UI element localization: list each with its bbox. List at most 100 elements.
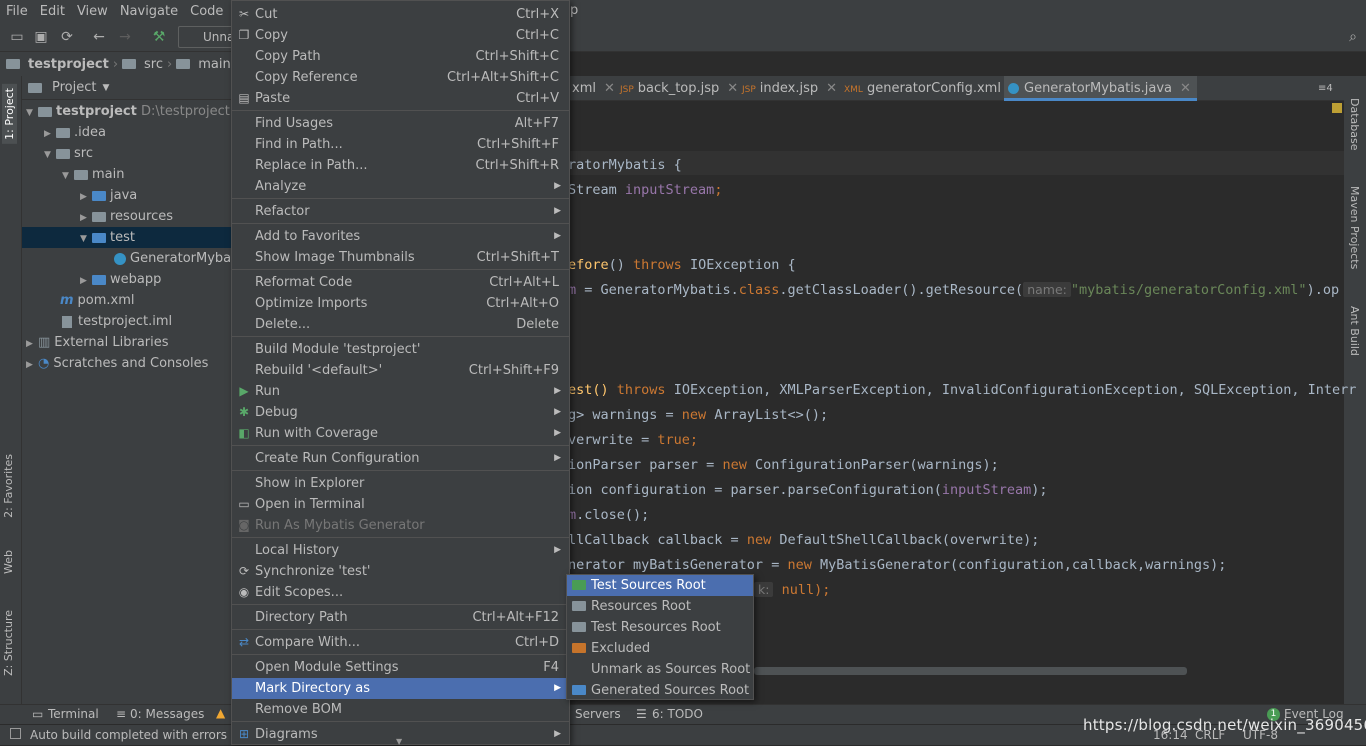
menu-item-run[interactable]: ▶ Run ▶ [232, 381, 569, 402]
menu-item-compare-with[interactable]: ⇄ Compare With... Ctrl+D [232, 632, 569, 653]
menu-item-debug[interactable]: ✱ Debug ▶ [232, 402, 569, 423]
chevron-down-icon[interactable]: ▼ [102, 83, 109, 93]
menu-item-find-in-path[interactable]: Find in Path... Ctrl+Shift+F [232, 134, 569, 155]
expanded-arrow-icon[interactable]: ▼ [26, 103, 38, 124]
tab-database[interactable]: Database [1348, 98, 1361, 151]
tab-generatormybatis-java[interactable]: GeneratorMybatis.java ✕ [1004, 76, 1197, 101]
menu-item-open-in-terminal[interactable]: ▭ Open in Terminal [232, 494, 569, 515]
tree-item-pom[interactable]: m pom.xml [60, 290, 135, 311]
tab-generatorconfig-xml[interactable]: XMLgeneratorConfig.xml✕ [840, 76, 1020, 101]
menu-item-show-in-explorer[interactable]: Show in Explorer [232, 473, 569, 494]
tree-item-resources[interactable]: ▶ resources [80, 206, 173, 227]
tree-item-scratches[interactable]: ▶ ◔ Scratches and Consoles [26, 353, 208, 374]
menu-file[interactable]: File [0, 4, 34, 19]
menu-item-analyze[interactable]: Analyze ▶ [232, 176, 569, 197]
menu-item-find-usages[interactable]: Find Usages Alt+F7 [232, 113, 569, 134]
tree-item-java[interactable]: ▶ java [80, 185, 137, 206]
menu-item-show-image-thumbnails[interactable]: Show Image Thumbnails Ctrl+Shift+T [232, 247, 569, 268]
project-view-select[interactable]: Project [52, 80, 96, 95]
menu-navigate[interactable]: Navigate [114, 4, 184, 19]
menu-item-copy[interactable]: ❐ Copy Ctrl+C [232, 25, 569, 46]
menu-edit[interactable]: Edit [34, 4, 71, 19]
submenu-item-generated-sources-root[interactable]: Generated Sources Root [567, 680, 753, 701]
submenu-item-resources-root[interactable]: Resources Root [567, 596, 753, 617]
menu-item-copy-path[interactable]: Copy Path Ctrl+Shift+C [232, 46, 569, 67]
horizontal-scrollbar[interactable] [754, 667, 1187, 675]
tab-web[interactable]: Web [2, 550, 15, 574]
close-icon[interactable]: ✕ [826, 81, 837, 96]
back-icon[interactable]: ← [90, 28, 108, 46]
menu-code[interactable]: Code [184, 4, 229, 19]
search-everywhere-icon[interactable]: ⌕ [1344, 28, 1362, 46]
tab-index-jsp[interactable]: JSP index.jsp ✕ [738, 76, 837, 101]
expanded-arrow-icon[interactable]: ▼ [62, 166, 74, 187]
run-config-select[interactable]: Unna [178, 26, 234, 48]
submenu-item-unmark[interactable]: Unmark as Sources Root [567, 659, 753, 680]
forward-icon[interactable]: → [116, 28, 134, 46]
tree-item-webapp[interactable]: ▶ webapp [80, 269, 161, 290]
menu-item-edit-scopes[interactable]: ◉ Edit Scopes... [232, 582, 569, 603]
tree-item-external-libraries[interactable]: ▶ ▥ External Libraries [26, 332, 169, 353]
menu-item-open-module-settings[interactable]: Open Module Settings F4 [232, 657, 569, 678]
tab-terminal[interactable]: Terminal [48, 707, 99, 721]
tree-item-src[interactable]: ▼ src [44, 143, 93, 164]
inspection-warning-icon[interactable] [1332, 103, 1342, 113]
tab-favorites[interactable]: 2: Favorites [2, 454, 15, 518]
status-message[interactable]: Auto build completed with errors [30, 728, 227, 742]
breadcrumb-main[interactable]: main [198, 57, 230, 72]
collapsed-arrow-icon[interactable]: ▶ [80, 208, 92, 229]
menu-item-reformat-code[interactable]: Reformat Code Ctrl+Alt+L [232, 272, 569, 293]
submenu-item-test-resources-root[interactable]: Test Resources Root [567, 617, 753, 638]
close-icon[interactable]: ✕ [727, 81, 738, 96]
close-icon[interactable]: ✕ [1180, 81, 1191, 96]
tabs-overflow-button[interactable]: ≡4 [1314, 76, 1333, 101]
menu-item-mark-directory-as[interactable]: Mark Directory as ▶ [232, 678, 569, 699]
collapsed-arrow-icon[interactable]: ▶ [44, 124, 56, 145]
menu-item-add-to-favorites[interactable]: Add to Favorites ▶ [232, 226, 569, 247]
tab-todo[interactable]: 6: TODO [652, 707, 703, 721]
tab-back-top-jsp[interactable]: JSP back_top.jsp ✕ [616, 76, 738, 101]
breadcrumb-src[interactable]: src [144, 57, 163, 72]
tab-structure[interactable]: Z: Structure [2, 610, 15, 676]
close-icon[interactable]: ✕ [604, 81, 615, 96]
expanded-arrow-icon[interactable]: ▼ [44, 145, 56, 166]
tab-servers[interactable]: Servers [575, 707, 621, 721]
breadcrumb-project[interactable]: testproject [28, 57, 109, 72]
submenu-item-excluded[interactable]: Excluded [567, 638, 753, 659]
menu-item-replace-in-path[interactable]: Replace in Path... Ctrl+Shift+R [232, 155, 569, 176]
menu-item-synchronize[interactable]: ⟳ Synchronize 'test' [232, 561, 569, 582]
menu-view[interactable]: View [71, 4, 114, 19]
save-icon[interactable]: ▣ [32, 28, 50, 46]
menu-item-directory-path[interactable]: Directory Path Ctrl+Alt+F12 [232, 607, 569, 628]
menu-item-optimize-imports[interactable]: Optimize Imports Ctrl+Alt+O [232, 293, 569, 314]
menu-help-fragment[interactable]: p [570, 3, 578, 18]
tree-item-iml[interactable]: testproject.iml [62, 311, 172, 332]
tab-ant[interactable]: Ant Build [1348, 306, 1361, 356]
tab-messages[interactable]: 0: Messages [130, 707, 204, 721]
menu-item-delete[interactable]: Delete... Delete [232, 314, 569, 335]
tab-project[interactable]: 1: Project [2, 84, 17, 144]
collapsed-arrow-icon[interactable]: ▶ [26, 355, 38, 376]
menu-item-create-run-configuration[interactable]: Create Run Configuration ▶ [232, 448, 569, 469]
open-folder-icon[interactable]: ▭ [8, 28, 26, 46]
tree-item-idea[interactable]: ▶ .idea [44, 122, 106, 143]
status-toggle-icon[interactable] [10, 728, 21, 739]
menu-item-local-history[interactable]: Local History ▶ [232, 540, 569, 561]
menu-item-copy-reference[interactable]: Copy Reference Ctrl+Alt+Shift+C [232, 67, 569, 88]
tree-item-test[interactable]: ▼ test [22, 227, 232, 248]
menu-item-cut[interactable]: ✂ Cut Ctrl+X [232, 4, 569, 25]
collapsed-arrow-icon[interactable]: ▶ [26, 334, 38, 355]
collapsed-arrow-icon[interactable]: ▶ [80, 187, 92, 208]
tab-maven[interactable]: Maven Projects [1348, 186, 1361, 269]
menu-item-run-with-coverage[interactable]: ◧ Run with Coverage ▶ [232, 423, 569, 444]
tab-xml[interactable]: xml ✕ [568, 76, 615, 101]
build-hammer-icon[interactable]: ⚒ [150, 28, 168, 46]
expanded-arrow-icon[interactable]: ▼ [80, 229, 92, 250]
menu-item-paste[interactable]: ▤ Paste Ctrl+V [232, 88, 569, 109]
tree-item-generatormybatis[interactable]: GeneratorMybat [114, 248, 236, 269]
tree-item-testproject[interactable]: ▼ testproject D:\testproject [26, 101, 230, 122]
sync-icon[interactable]: ⟳ [58, 28, 76, 46]
collapsed-arrow-icon[interactable]: ▶ [80, 271, 92, 292]
submenu-item-test-sources-root[interactable]: Test Sources Root [567, 575, 753, 596]
menu-item-remove-bom[interactable]: Remove BOM [232, 699, 569, 720]
